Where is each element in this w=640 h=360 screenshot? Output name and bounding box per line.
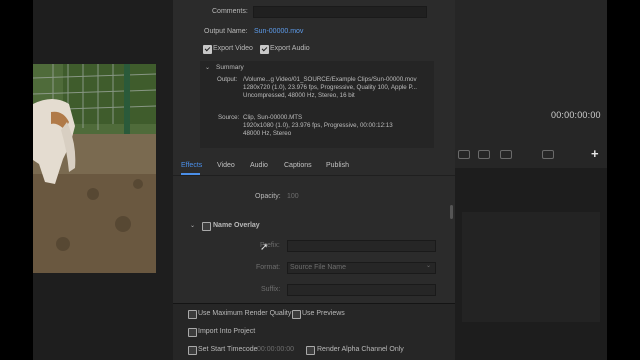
insert-icon[interactable] xyxy=(458,150,470,159)
output-name-label: Output Name: xyxy=(204,28,248,35)
summary-title: Summary xyxy=(216,64,244,71)
max-render-quality-checkbox[interactable] xyxy=(188,310,197,319)
effects-scrollbar[interactable] xyxy=(449,176,454,302)
summary-output-line-3: Uncompressed, 48000 Hz, Stereo, 16 bit xyxy=(243,92,355,99)
overwrite-icon[interactable] xyxy=(478,150,490,159)
export-audio-checkbox[interactable] xyxy=(260,45,269,54)
start-timecode-value[interactable]: 00:00:00:00 xyxy=(257,346,294,353)
name-overlay-checkbox[interactable] xyxy=(202,222,211,231)
left-letterbox xyxy=(0,0,33,360)
export-frame-icon[interactable] xyxy=(500,150,512,159)
max-render-quality-label: Use Maximum Render Quality xyxy=(198,310,292,317)
summary-source-line-3: 48000 Hz, Stereo xyxy=(243,130,292,137)
import-into-project-checkbox[interactable] xyxy=(188,328,197,337)
opacity-value[interactable]: 100 xyxy=(287,193,299,200)
export-audio-label: Export Audio xyxy=(270,45,310,52)
tab-video[interactable]: Video xyxy=(217,162,235,169)
summary-source-line-2: 1920x1080 (1.0), 23.976 fps, Progressive… xyxy=(243,122,393,129)
name-overlay-label: Name Overlay xyxy=(213,222,260,229)
name-overlay-chevron-icon[interactable]: ⌄ xyxy=(190,222,195,229)
set-start-timecode-label: Set Start Timecode xyxy=(198,346,258,353)
use-previews-checkbox[interactable] xyxy=(292,310,301,319)
summary-source-label: Source: xyxy=(218,114,240,121)
effects-scroll-thumb[interactable] xyxy=(450,205,453,219)
summary-output-line-1: /Volume...g Video/01_SOURCE/Example Clip… xyxy=(243,76,417,83)
suffix-field[interactable] xyxy=(287,284,436,296)
format-chevron-icon: ⌄ xyxy=(426,263,432,269)
render-alpha-label: Render Alpha Channel Only xyxy=(317,346,404,353)
tab-audio[interactable]: Audio xyxy=(250,162,268,169)
summary-output-label: Output: xyxy=(217,76,238,83)
tab-publish[interactable]: Publish xyxy=(326,162,349,169)
tab-effects[interactable]: Effects xyxy=(181,162,202,169)
comments-field[interactable] xyxy=(253,6,427,18)
summary-chevron-icon[interactable]: ⌄ xyxy=(205,64,210,71)
opacity-label: Opacity: xyxy=(255,193,281,200)
tab-captions[interactable]: Captions xyxy=(284,162,312,169)
source-video-frame xyxy=(33,64,156,273)
suffix-label: Suffix: xyxy=(261,286,281,293)
program-timecode[interactable]: 00:00:00:00 xyxy=(551,110,601,120)
export-video-checkbox[interactable] xyxy=(203,45,212,54)
prefix-field[interactable] xyxy=(287,240,436,252)
mouse-cursor-icon: ➚ xyxy=(260,242,269,253)
comparison-view-icon[interactable] xyxy=(542,150,554,159)
summary-box xyxy=(200,61,434,148)
output-name-link[interactable]: Sun-00000.mov xyxy=(254,28,303,35)
format-label: Format: xyxy=(256,264,281,271)
use-previews-label: Use Previews xyxy=(302,310,345,317)
timeline-track-area xyxy=(462,212,600,322)
add-button[interactable]: + xyxy=(591,146,599,161)
tab-divider xyxy=(173,175,455,176)
import-into-project-label: Import Into Project xyxy=(198,328,256,335)
summary-output-line-2: 1280x720 (1.0), 23.976 fps, Progressive,… xyxy=(243,84,417,91)
settings-tab-bar xyxy=(173,157,455,175)
summary-source-line-1: Clip, Sun-00000.MTS xyxy=(243,114,303,121)
set-start-timecode-checkbox[interactable] xyxy=(188,346,197,355)
export-video-label: Export Video xyxy=(213,45,253,52)
right-letterbox xyxy=(607,0,640,360)
render-alpha-checkbox[interactable] xyxy=(306,346,315,355)
comments-label: Comments: xyxy=(212,8,248,15)
format-value: Source File Name xyxy=(290,264,347,271)
